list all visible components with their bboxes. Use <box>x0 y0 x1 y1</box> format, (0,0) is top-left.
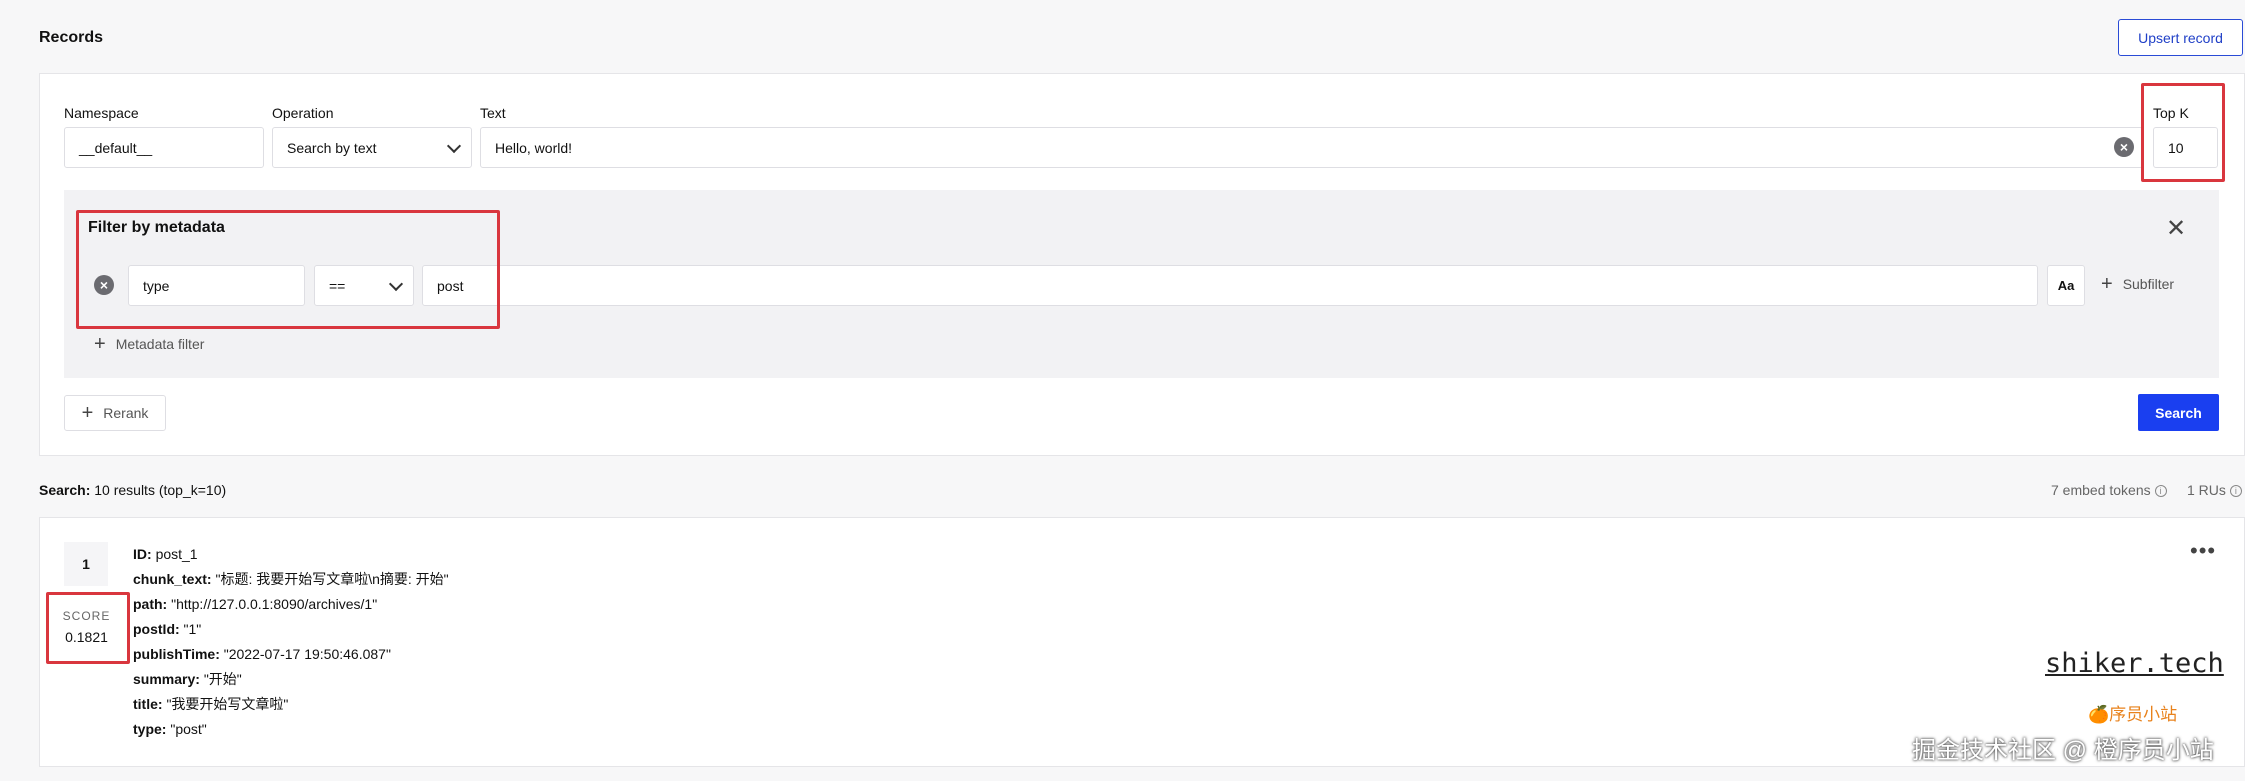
watermark-orange: 🍊序员小站 <box>2088 705 2178 724</box>
embed-tokens: 7 embed tokens i <box>2051 482 2167 498</box>
info-icon[interactable]: i <box>2154 485 2167 497</box>
text-input[interactable]: Hello, world! <box>480 127 2143 168</box>
read-units-text: 1 RUs <box>2187 482 2226 498</box>
text-label: Text <box>480 105 506 121</box>
read-units: 1 RUs i <box>2187 482 2242 498</box>
upsert-record-button[interactable]: Upsert record <box>2118 19 2243 56</box>
add-subfilter-button[interactable]: + Subfilter <box>2101 273 2175 295</box>
operation-select[interactable]: Search by text <box>272 127 472 168</box>
rerank-label: Rerank <box>103 405 149 421</box>
plus-icon: + <box>81 402 94 424</box>
plus-icon: + <box>94 333 106 355</box>
filter-value-input[interactable]: post <box>422 265 2038 306</box>
case-sensitive-toggle[interactable]: Aa <box>2047 265 2085 306</box>
result-field: chunk_text: "标题: 我要开始写文章啦\n摘要: 开始" <box>133 571 449 587</box>
search-button[interactable]: Search <box>2138 394 2219 431</box>
close-icon[interactable]: ✕ <box>2166 217 2186 241</box>
highlight-filter <box>76 210 500 329</box>
chevron-down-icon <box>446 138 462 153</box>
highlight-score <box>46 592 130 664</box>
result-field: path: "http://127.0.0.1:8090/archives/1" <box>133 596 378 612</box>
operation-label: Operation <box>272 105 334 121</box>
add-metadata-filter-button[interactable]: + Metadata filter <box>94 333 205 355</box>
operation-value: Search by text <box>287 139 377 156</box>
info-icon[interactable]: i <box>2229 485 2242 497</box>
namespace-input[interactable]: __default__ <box>64 127 264 168</box>
highlight-top-k <box>2141 83 2225 182</box>
metadata-filter-label: Metadata filter <box>115 336 205 352</box>
page-title: Records <box>39 29 104 46</box>
text-value: Hello, world! <box>495 139 573 156</box>
namespace-label: Namespace <box>64 105 139 121</box>
embed-tokens-text: 7 embed tokens <box>2051 482 2151 498</box>
clear-text-icon[interactable]: × <box>2114 137 2134 157</box>
summary-text: 10 results (top_k=10) <box>94 482 227 498</box>
rerank-button[interactable]: + Rerank <box>64 395 166 431</box>
result-field: title: "我要开始写文章啦" <box>133 696 289 712</box>
result-field: ID: post_1 <box>133 546 198 562</box>
result-field: type: "post" <box>133 721 207 737</box>
plus-icon: + <box>2101 273 2113 295</box>
rank-badge: 1 <box>64 542 108 586</box>
result-field: summary: "开始" <box>133 671 242 687</box>
search-summary: Search: 10 results (top_k=10) <box>39 482 226 498</box>
watermark-site: shiker.tech <box>2045 648 2224 679</box>
watermark-juejin: 掘金技术社区 @ 橙序员小站 <box>1912 737 2214 764</box>
result-field: postId: "1" <box>133 621 202 637</box>
summary-prefix: Search: <box>39 482 91 498</box>
namespace-value: __default__ <box>79 139 153 156</box>
more-options-icon[interactable]: ••• <box>2190 540 2216 562</box>
result-field: publishTime: "2022-07-17 19:50:46.087" <box>133 646 391 662</box>
subfilter-label: Subfilter <box>2122 276 2175 292</box>
